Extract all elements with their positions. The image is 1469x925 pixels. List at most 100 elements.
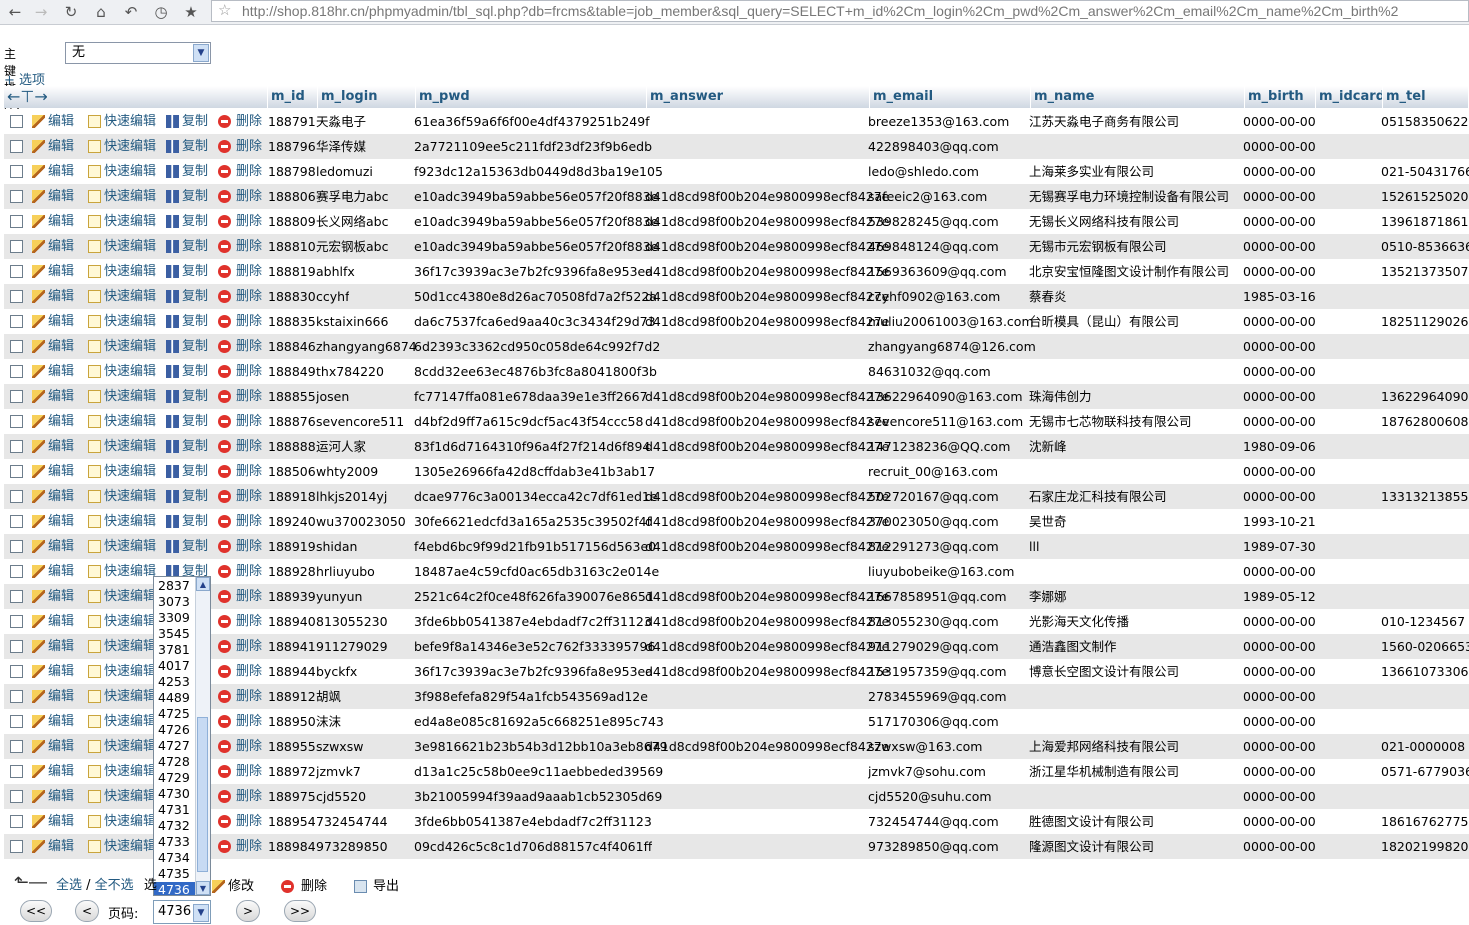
column-header-m-email[interactable]: m_email (870, 86, 1031, 108)
page-option[interactable]: 4727 (158, 738, 196, 754)
first-page-button[interactable]: << (20, 900, 52, 922)
edit-link[interactable]: 编辑 (32, 209, 74, 234)
delete-link[interactable]: 删除 (218, 459, 262, 484)
edit-link[interactable]: 编辑 (32, 409, 74, 434)
edit-link[interactable]: 编辑 (32, 609, 74, 634)
quick-edit-link[interactable]: 快速编辑 (88, 334, 156, 359)
copy-link[interactable]: 复制 (166, 259, 208, 284)
edit-link[interactable]: 编辑 (32, 309, 74, 334)
modify-selected-button[interactable]: 修改 (212, 875, 254, 894)
quick-edit-link[interactable]: 快速编辑 (88, 159, 156, 184)
quick-edit-link[interactable]: 快速编辑 (88, 584, 156, 609)
column-header-m-id[interactable]: m_id (268, 86, 318, 108)
edit-link[interactable]: 编辑 (32, 534, 74, 559)
row-checkbox[interactable] (10, 640, 23, 653)
page-option[interactable]: 4017 (158, 658, 196, 674)
page-option[interactable]: 4733 (158, 834, 196, 850)
delete-link[interactable]: 删除 (218, 834, 262, 859)
page-option[interactable]: 4729 (158, 770, 196, 786)
row-checkbox[interactable] (10, 290, 23, 303)
row-checkbox[interactable] (10, 490, 23, 503)
edit-link[interactable]: 编辑 (32, 509, 74, 534)
undo-icon[interactable]: ↶ (120, 2, 142, 22)
delete-link[interactable]: 删除 (218, 684, 262, 709)
delete-link[interactable]: 删除 (218, 709, 262, 734)
row-checkbox[interactable] (10, 590, 23, 603)
delete-link[interactable]: 删除 (218, 409, 262, 434)
page-dropdown-list[interactable]: 2837 3073 3309 3545 3781 4017 4253 4489 4725 4726… (153, 576, 211, 896)
delete-link[interactable]: 删除 (218, 584, 262, 609)
copy-link[interactable]: 复制 (166, 184, 208, 209)
delete-link[interactable]: 删除 (218, 509, 262, 534)
quick-edit-link[interactable]: 快速编辑 (88, 234, 156, 259)
next-page-button[interactable]: > (236, 900, 260, 922)
edit-link[interactable]: 编辑 (32, 184, 74, 209)
edit-link[interactable]: 编辑 (32, 434, 74, 459)
edit-link[interactable]: 编辑 (32, 584, 74, 609)
edit-link[interactable]: 编辑 (32, 659, 74, 684)
row-checkbox[interactable] (10, 740, 23, 753)
delete-link[interactable]: 删除 (218, 559, 262, 584)
delete-link[interactable]: 删除 (218, 609, 262, 634)
copy-link[interactable]: 复制 (166, 384, 208, 409)
copy-link[interactable]: 复制 (166, 284, 208, 309)
quick-edit-link[interactable]: 快速编辑 (88, 809, 156, 834)
quick-edit-link[interactable]: 快速编辑 (88, 384, 156, 409)
delete-link[interactable]: 删除 (218, 209, 262, 234)
row-checkbox[interactable] (10, 715, 23, 728)
delete-link[interactable]: 删除 (218, 309, 262, 334)
edit-link[interactable]: 编辑 (32, 359, 74, 384)
page-option[interactable]: 4489 (158, 690, 196, 706)
quick-edit-link[interactable]: 快速编辑 (88, 259, 156, 284)
quick-edit-link[interactable]: 快速编辑 (88, 784, 156, 809)
copy-link[interactable]: 复制 (166, 359, 208, 384)
edit-link[interactable]: 编辑 (32, 734, 74, 759)
last-page-button[interactable]: >> (284, 900, 316, 922)
quick-edit-link[interactable]: 快速编辑 (88, 534, 156, 559)
row-checkbox[interactable] (10, 340, 23, 353)
edit-link[interactable]: 编辑 (32, 259, 74, 284)
delete-link[interactable]: 删除 (218, 259, 262, 284)
page-option[interactable]: 4726 (158, 722, 196, 738)
edit-link[interactable]: 编辑 (32, 159, 74, 184)
chevron-down-icon[interactable]: ▼ (193, 904, 209, 922)
edit-link[interactable]: 编辑 (32, 484, 74, 509)
edit-link[interactable]: 编辑 (32, 759, 74, 784)
delete-link[interactable]: 删除 (218, 759, 262, 784)
edit-link[interactable]: 编辑 (32, 234, 74, 259)
edit-link[interactable]: 编辑 (32, 634, 74, 659)
page-option[interactable]: 4725 (158, 706, 196, 722)
quick-edit-link[interactable]: 快速编辑 (88, 834, 156, 859)
favorite-star-icon[interactable]: ☆ (218, 1, 231, 21)
quick-edit-link[interactable]: 快速编辑 (88, 484, 156, 509)
quick-edit-link[interactable]: 快速编辑 (88, 284, 156, 309)
scroll-down-icon[interactable]: ▼ (196, 881, 210, 895)
dropdown-scrollbar[interactable]: ▲ ▼ (195, 577, 210, 895)
delete-link[interactable]: 删除 (218, 784, 262, 809)
row-checkbox[interactable] (10, 265, 23, 278)
quick-edit-link[interactable]: 快速编辑 (88, 609, 156, 634)
delete-link[interactable]: 删除 (218, 109, 262, 134)
column-resize-arrows-icon[interactable]: ←⊤→ (4, 86, 268, 108)
copy-link[interactable]: 复制 (166, 509, 208, 534)
select-all-link[interactable]: 全选 (56, 878, 82, 893)
row-checkbox[interactable] (10, 690, 23, 703)
row-checkbox[interactable] (10, 415, 23, 428)
delete-link[interactable]: 删除 (218, 359, 262, 384)
delete-link[interactable]: 删除 (218, 384, 262, 409)
column-header-m-answer[interactable]: m_answer (647, 86, 870, 108)
column-header-m-pwd[interactable]: m_pwd (416, 86, 647, 108)
quick-edit-link[interactable]: 快速编辑 (88, 684, 156, 709)
delete-link[interactable]: 删除 (218, 534, 262, 559)
column-header-m-name[interactable]: m_name (1031, 86, 1245, 108)
column-header-m-birth[interactable]: m_birth (1245, 86, 1316, 108)
copy-link[interactable]: 复制 (166, 484, 208, 509)
edit-link[interactable]: 编辑 (32, 559, 74, 584)
edit-link[interactable]: 编辑 (32, 709, 74, 734)
edit-link[interactable]: 编辑 (32, 459, 74, 484)
edit-link[interactable]: 编辑 (32, 334, 74, 359)
bookmark-star-icon[interactable]: ★ (180, 2, 202, 22)
quick-edit-link[interactable]: 快速编辑 (88, 134, 156, 159)
edit-link[interactable]: 编辑 (32, 109, 74, 134)
quick-edit-link[interactable]: 快速编辑 (88, 459, 156, 484)
